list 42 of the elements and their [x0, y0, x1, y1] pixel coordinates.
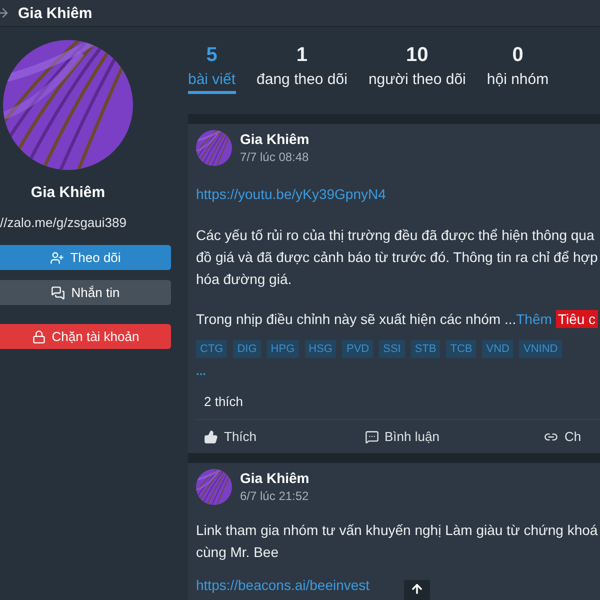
like-count: 2 thích — [203, 394, 244, 409]
post-text: Các yếu tố rủi ro của thị trường đều đã được thể hiện thông qua đồ giá và đã được cảnh báo từ trước đó. Thông tin ra chỉ để hợp hóa đường giá. — [196, 226, 599, 289]
stock-tag[interactable]: STB — [410, 340, 440, 358]
add-user-icon — [50, 250, 64, 264]
stock-tag[interactable]: PVD — [342, 340, 374, 358]
label-tag: Tiêu c — [556, 310, 598, 328]
post-text: Trong nhịp điều chỉnh này sẽ xuất hiện các nhóm ... — [196, 310, 516, 329]
lock-icon — [32, 330, 46, 344]
share-button[interactable]: Ch — [544, 429, 582, 444]
post-text: Link tham gia nhóm tư vấn khuyến nghị Làm giàu từ chứng khoá cùng Mr. Bee — [196, 521, 599, 562]
arrow-up-icon — [410, 582, 424, 596]
stock-tag[interactable]: SSI — [379, 340, 405, 358]
stat-tab[interactable]: 10 người theo dõi — [368, 43, 466, 103]
post-time: 7/7 lúc 08:48 — [240, 149, 310, 166]
like-button[interactable]: Thích — [204, 429, 257, 444]
profile-name: Gia Khiêm — [30, 184, 106, 201]
author-name: Gia Khiêm — [240, 130, 310, 148]
stock-tag[interactable]: VND — [482, 340, 514, 358]
stock-tag[interactable]: VNIND — [519, 340, 562, 358]
message-button[interactable]: Nhắn tin — [0, 280, 171, 305]
scroll-top-button[interactable] — [404, 580, 430, 600]
more-link[interactable]: Thêm — [516, 311, 552, 327]
stock-tag[interactable]: HSG — [304, 340, 336, 358]
stock-tag[interactable]: TCB — [446, 340, 476, 358]
stock-tag[interactable]: CTG — [196, 340, 228, 358]
stock-tag[interactable]: DIG — [233, 340, 261, 358]
follow-button[interactable]: Theo dõi — [0, 245, 171, 270]
more-tags-link[interactable]: ... — [196, 364, 206, 378]
author-name: Gia Khiêm — [240, 469, 310, 487]
chat-icon — [51, 286, 66, 300]
comment-button[interactable]: Bình luận — [364, 429, 440, 444]
thumbs-up-icon — [204, 430, 218, 444]
stat-tab[interactable]: 0 hội nhóm — [486, 43, 549, 103]
post-link[interactable]: https://youtu.be/yKy39GpnyN4 — [196, 186, 386, 202]
post-link[interactable]: https://beacons.ai/beeinvest — [196, 577, 370, 593]
block-button[interactable]: Chặn tài khoản — [0, 324, 171, 349]
page-title: Gia Khiêm — [18, 4, 92, 22]
post-time: 6/7 lúc 21:52 — [240, 488, 310, 505]
stat-tab[interactable]: 1 đang theo dõi — [256, 43, 348, 103]
comment-icon — [364, 430, 379, 444]
stat-tab[interactable]: 5 bài viết — [188, 43, 236, 103]
stock-tag[interactable]: HPG — [266, 340, 299, 358]
